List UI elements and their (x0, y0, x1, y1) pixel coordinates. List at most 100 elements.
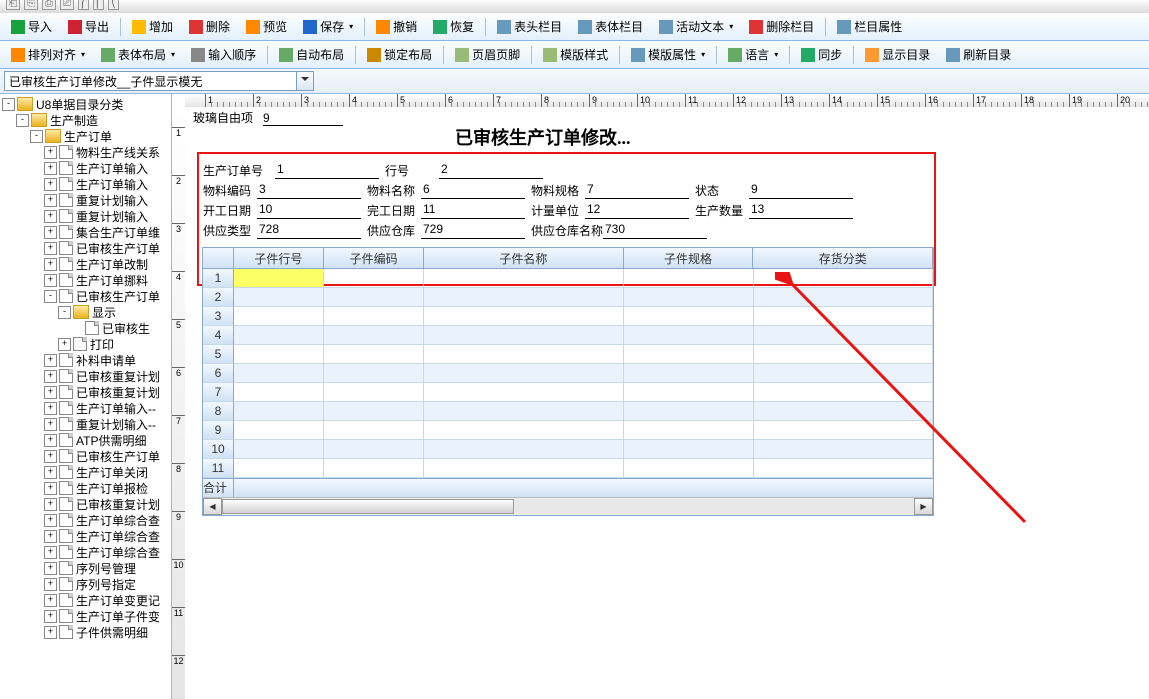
col-props-button[interactable]: 栏目属性 (830, 15, 909, 38)
grid-cell[interactable] (624, 326, 754, 345)
tree-item[interactable]: +序列号指定 (0, 576, 171, 592)
tree-item[interactable]: +已审核生产订单 (0, 448, 171, 464)
header-footer-button[interactable]: 页眉页脚 (448, 43, 527, 66)
grid-cell[interactable] (234, 269, 324, 288)
grid-cell[interactable] (234, 383, 324, 402)
expand-icon[interactable]: + (44, 610, 57, 623)
form-field[interactable]: 供应仓库名称730 (531, 222, 707, 239)
grid-cell[interactable] (234, 307, 324, 326)
tree-item[interactable]: -已审核生产订单 (0, 288, 171, 304)
grid-cell[interactable] (754, 269, 933, 288)
grid-column-header[interactable]: 子件名称 (424, 248, 623, 268)
tree-item[interactable]: +已审核重复计划 (0, 496, 171, 512)
expand-icon[interactable]: + (44, 370, 57, 383)
grid-cell[interactable] (424, 421, 623, 440)
tree-item[interactable]: +生产订单综合查 (0, 512, 171, 528)
body-cols-button[interactable]: 表体栏目 (571, 15, 650, 38)
grid-cell[interactable] (424, 326, 623, 345)
grid-cell[interactable] (234, 288, 324, 307)
grid-cell[interactable] (324, 307, 424, 326)
grid-cell[interactable] (624, 383, 754, 402)
form-field[interactable]: 物料名称6 (367, 182, 525, 199)
tree-item[interactable]: +打印 (0, 336, 171, 352)
table-row[interactable]: 8 (203, 402, 933, 421)
table-row[interactable]: 7 (203, 383, 933, 402)
refresh-dir-button[interactable]: 刷新目录 (939, 43, 1018, 66)
table-row[interactable]: 10 (203, 440, 933, 459)
expand-icon[interactable]: - (16, 114, 29, 127)
expand-icon[interactable]: + (44, 594, 57, 607)
save-button[interactable]: 保存▾ (296, 15, 360, 38)
tree-item[interactable]: +生产订单变更记 (0, 592, 171, 608)
tree-item[interactable]: +集合生产订单维 (0, 224, 171, 240)
grid-cell[interactable] (624, 440, 754, 459)
add-button[interactable]: 增加 (125, 15, 180, 38)
tree-item[interactable]: -显示 (0, 304, 171, 320)
tree-item[interactable]: +生产订单改制 (0, 256, 171, 272)
horizontal-scrollbar[interactable]: ◀ ▶ (203, 497, 933, 515)
grid-cell[interactable] (424, 269, 623, 288)
grid-cell[interactable] (234, 345, 324, 364)
tree-item[interactable]: +ATP供需明细 (0, 432, 171, 448)
scroll-right-button[interactable]: ▶ (914, 498, 933, 515)
expand-icon[interactable]: + (44, 242, 57, 255)
del-col-button[interactable]: 删除栏目 (742, 15, 821, 38)
expand-icon[interactable]: + (44, 354, 57, 367)
grid-cell[interactable] (624, 459, 754, 478)
grid-cell[interactable] (754, 459, 933, 478)
expand-icon[interactable]: + (44, 210, 57, 223)
preview-button[interactable]: 预览 (239, 15, 294, 38)
import-button[interactable]: 导入 (4, 15, 59, 38)
grid-cell[interactable] (324, 326, 424, 345)
expand-icon[interactable]: + (44, 258, 57, 271)
form-field[interactable]: 状态9 (695, 182, 853, 199)
auto-layout-button[interactable]: 自动布局 (272, 43, 351, 66)
grid-cell[interactable] (624, 402, 754, 421)
tree-pane[interactable]: -U8单据目录分类-生产制造-生产订单+物料生产线关系+生产订单输入+生产订单输… (0, 94, 172, 699)
grid-column-header[interactable]: 存货分类 (753, 248, 933, 268)
field-value[interactable]: 728 (257, 222, 361, 239)
form-field[interactable]: 行号2 (385, 162, 543, 179)
expand-icon[interactable] (72, 323, 83, 334)
grid-cell[interactable] (234, 440, 324, 459)
grid-cell[interactable] (754, 440, 933, 459)
grid-cell[interactable] (424, 459, 623, 478)
form-field[interactable]: 供应仓库729 (367, 222, 525, 239)
expand-icon[interactable]: + (44, 498, 57, 511)
grid-cell[interactable] (324, 364, 424, 383)
expand-icon[interactable]: - (2, 98, 15, 111)
form-field[interactable]: 物料编码3 (203, 182, 361, 199)
grid-cell[interactable] (324, 383, 424, 402)
grid-cell[interactable] (324, 288, 424, 307)
grid-cell[interactable] (324, 402, 424, 421)
grid-cell[interactable] (754, 383, 933, 402)
field-value[interactable]: 6 (421, 182, 525, 199)
grid-cell[interactable] (754, 421, 933, 440)
expand-icon[interactable]: + (44, 226, 57, 239)
active-text-button[interactable]: 活动文本▾ (652, 15, 740, 38)
expand-icon[interactable]: + (44, 162, 57, 175)
expand-icon[interactable]: + (44, 514, 57, 527)
expand-icon[interactable]: + (44, 194, 57, 207)
lock-layout-button[interactable]: 锁定布局 (360, 43, 439, 66)
expand-icon[interactable]: + (44, 626, 57, 639)
form-field[interactable]: 计量单位12 (531, 202, 689, 219)
tree-item[interactable]: +生产订单输入 (0, 160, 171, 176)
expand-icon[interactable]: + (44, 146, 57, 159)
grid-cell[interactable] (234, 364, 324, 383)
tree-item[interactable]: -U8单据目录分类 (0, 96, 171, 112)
table-row[interactable]: 6 (203, 364, 933, 383)
grid-cell[interactable] (424, 402, 623, 421)
tree-item[interactable]: +重复计划输入-- (0, 416, 171, 432)
tree-item[interactable]: +生产订单综合查 (0, 544, 171, 560)
field-value[interactable]: 10 (257, 202, 361, 219)
chevron-down-icon[interactable] (296, 72, 313, 90)
form-field[interactable]: 生产订单号1 (203, 162, 379, 179)
expand-icon[interactable]: + (44, 178, 57, 191)
table-row[interactable]: 3 (203, 307, 933, 326)
delete-button[interactable]: 删除 (182, 15, 237, 38)
grid-cell[interactable] (624, 364, 754, 383)
grid-cell[interactable] (424, 345, 623, 364)
grid-cell[interactable] (424, 440, 623, 459)
tree-item[interactable]: +生产订单子件变 (0, 608, 171, 624)
